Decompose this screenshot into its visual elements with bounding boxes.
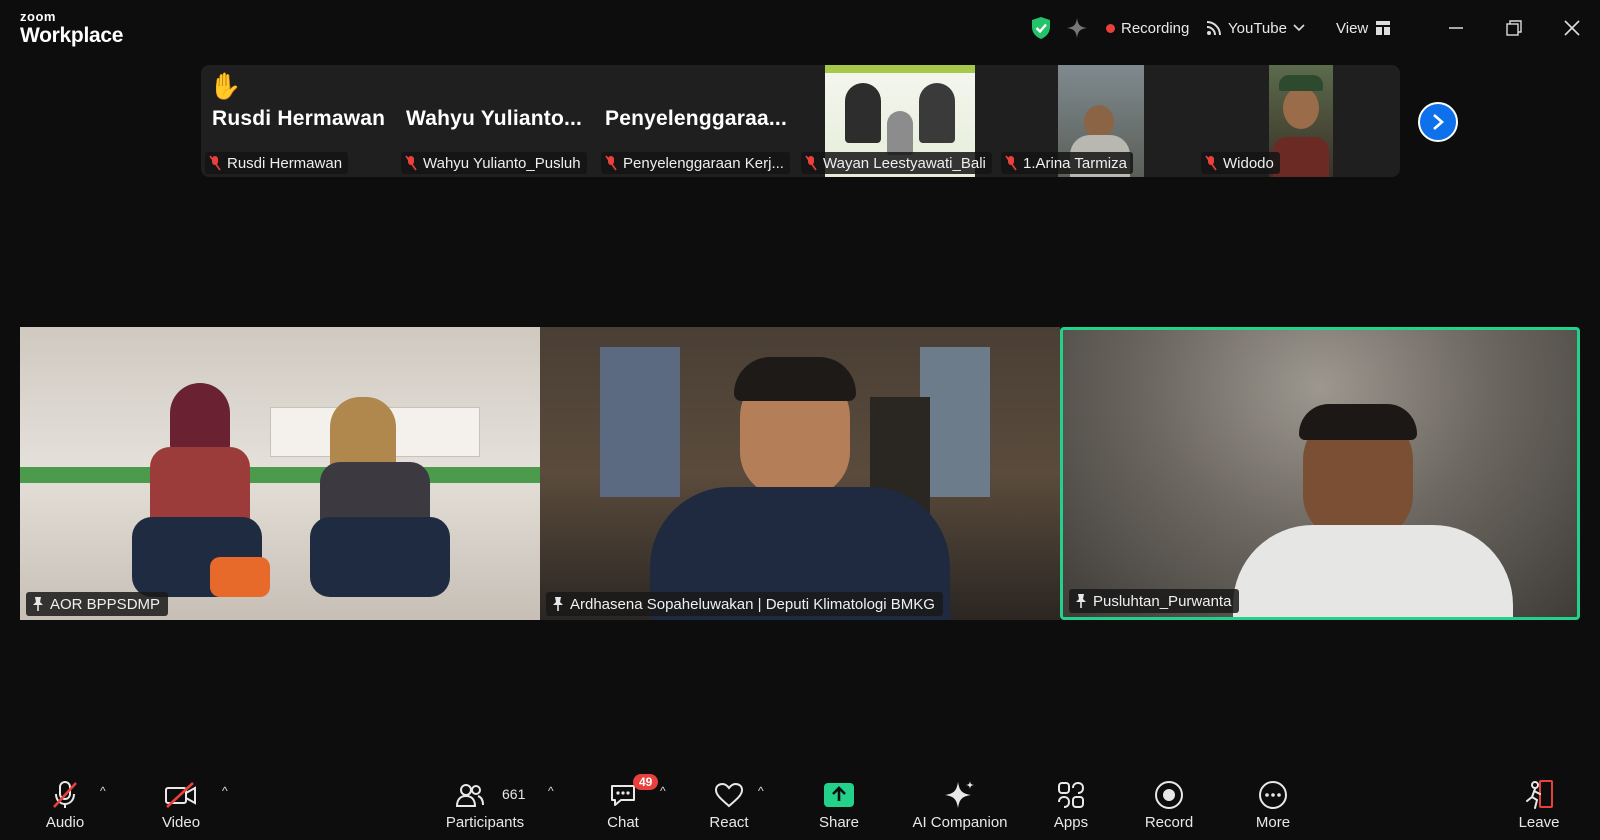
raised-hand-icon: ✋ xyxy=(209,71,242,101)
app-logo: zoom Workplace xyxy=(20,10,123,46)
participant-strip: ✋ Rusdi Hermawan Rusdi Hermawan Wahyu Yu… xyxy=(201,65,1400,177)
minimize-icon[interactable] xyxy=(1448,0,1464,56)
strip-tile-label: Wayan Leestyawati_Bali xyxy=(801,152,992,174)
strip-tile-label: Widodo xyxy=(1201,152,1280,174)
strip-tile-label: Rusdi Hermawan xyxy=(205,152,349,174)
recording-label: Recording xyxy=(1121,19,1190,37)
video-off-icon xyxy=(164,778,198,812)
leave-button[interactable]: Leave xyxy=(1508,766,1570,840)
share-screen-icon xyxy=(823,778,855,812)
view-menu[interactable]: View xyxy=(1336,0,1391,56)
sparkle-icon[interactable] xyxy=(1066,0,1090,56)
strip-tile[interactable]: Widodo xyxy=(1201,65,1400,177)
strip-tile[interactable]: Penyelenggaraa... Penyelenggaraan Kerj..… xyxy=(601,65,801,177)
strip-tile-label: 1.Arina Tarmiza xyxy=(1001,152,1133,174)
participant-count: 661 xyxy=(502,786,526,802)
grid-icon xyxy=(1376,21,1391,35)
strip-tile[interactable]: Wayan Leestyawati_Bali xyxy=(801,65,1001,177)
title-bar: zoom Workplace Recording YouTube View xyxy=(0,0,1600,56)
pin-icon xyxy=(33,597,43,611)
share-label: Share xyxy=(818,814,860,831)
participants-icon: 661 xyxy=(440,778,530,812)
video-label: Video xyxy=(161,814,201,831)
muted-mic-icon xyxy=(1205,155,1217,171)
chat-label: Chat xyxy=(607,814,639,831)
chevron-down-icon xyxy=(1293,24,1305,32)
muted-mic-icon xyxy=(405,155,417,171)
participant-name-tag: Ardhasena Sopaheluwakan | Deputi Klimato… xyxy=(546,592,943,616)
leave-icon xyxy=(1523,778,1555,812)
muted-mic-icon xyxy=(209,155,221,171)
ai-sparkle-icon xyxy=(944,778,976,812)
apps-label: Apps xyxy=(1053,814,1089,831)
participants-options-caret[interactable]: ^ xyxy=(548,784,554,798)
restore-icon[interactable] xyxy=(1506,0,1522,56)
close-icon[interactable] xyxy=(1564,0,1580,56)
strip-tile-name: Rusdi Hermawan xyxy=(212,107,386,130)
react-options-caret[interactable]: ^ xyxy=(758,784,764,798)
strip-next-button[interactable] xyxy=(1418,102,1458,142)
meeting-toolbar: Audio ^ Video ^ 661 Participants ^ 49 Ch… xyxy=(0,766,1600,840)
apps-icon xyxy=(1056,778,1086,812)
video-options-caret[interactable]: ^ xyxy=(222,784,228,798)
strip-tile-label: Wahyu Yulianto_Pusluh xyxy=(401,152,587,174)
apps-button[interactable]: Apps xyxy=(1040,766,1102,840)
strip-tile[interactable]: 1.Arina Tarmiza xyxy=(1001,65,1201,177)
strip-tile-label: Penyelenggaraan Kerj... xyxy=(601,152,790,174)
more-icon xyxy=(1258,778,1288,812)
video-tile[interactable]: Ardhasena Sopaheluwakan | Deputi Klimato… xyxy=(540,327,1060,620)
brand-small: zoom xyxy=(20,9,56,24)
video-tile[interactable]: AOR BPPSDMP xyxy=(20,327,540,620)
react-button[interactable]: React xyxy=(698,766,760,840)
livestream-menu[interactable]: YouTube xyxy=(1206,0,1305,56)
leave-label: Leave xyxy=(1518,814,1560,831)
record-label: Record xyxy=(1144,814,1194,831)
record-button[interactable]: Record xyxy=(1138,766,1200,840)
chat-unread-badge: 49 xyxy=(633,774,659,790)
record-icon xyxy=(1154,778,1184,812)
ai-companion-button[interactable]: AI Companion xyxy=(904,766,1016,840)
participant-name-tag: Pusluhtan_Purwanta xyxy=(1069,589,1240,613)
chat-icon: 49 xyxy=(609,774,659,812)
pin-icon xyxy=(1076,594,1086,608)
video-button[interactable]: Video xyxy=(150,766,212,840)
ai-companion-label: AI Companion xyxy=(912,814,1008,831)
muted-mic-icon xyxy=(1005,155,1017,171)
chat-button[interactable]: 49 Chat xyxy=(592,766,659,840)
participant-name-tag: AOR BPPSDMP xyxy=(26,592,169,616)
more-button[interactable]: More xyxy=(1242,766,1304,840)
view-label: View xyxy=(1336,19,1369,37)
record-dot-icon xyxy=(1106,23,1115,33)
muted-mic-icon xyxy=(605,155,617,171)
pin-icon xyxy=(553,597,563,611)
chat-options-caret[interactable]: ^ xyxy=(660,784,666,798)
chevron-right-icon xyxy=(1433,114,1444,130)
muted-mic-icon xyxy=(51,778,79,812)
participants-label: Participants xyxy=(445,814,525,831)
strip-tile-name: Wahyu Yulianto... xyxy=(406,107,583,130)
react-label: React xyxy=(709,814,749,831)
share-button[interactable]: Share xyxy=(808,766,870,840)
audio-button[interactable]: Audio xyxy=(34,766,96,840)
muted-mic-icon xyxy=(805,155,817,171)
strip-tile[interactable]: Wahyu Yulianto... Wahyu Yulianto_Pusluh xyxy=(401,65,601,177)
stream-icon xyxy=(1206,21,1221,36)
participants-button[interactable]: 661 Participants xyxy=(440,766,530,840)
more-label: More xyxy=(1255,814,1291,831)
strip-tile[interactable]: ✋ Rusdi Hermawan Rusdi Hermawan xyxy=(201,65,401,177)
stream-label: YouTube xyxy=(1228,19,1287,37)
encryption-shield-icon[interactable] xyxy=(1030,0,1054,56)
heart-icon xyxy=(714,778,744,812)
strip-tile-name: Penyelenggaraa... xyxy=(605,107,787,130)
active-speaker-tile[interactable]: Pusluhtan_Purwanta xyxy=(1060,327,1580,620)
brand-large: Workplace xyxy=(20,24,124,47)
recording-indicator[interactable]: Recording xyxy=(1106,0,1189,56)
audio-options-caret[interactable]: ^ xyxy=(100,784,106,798)
audio-label: Audio xyxy=(45,814,85,831)
